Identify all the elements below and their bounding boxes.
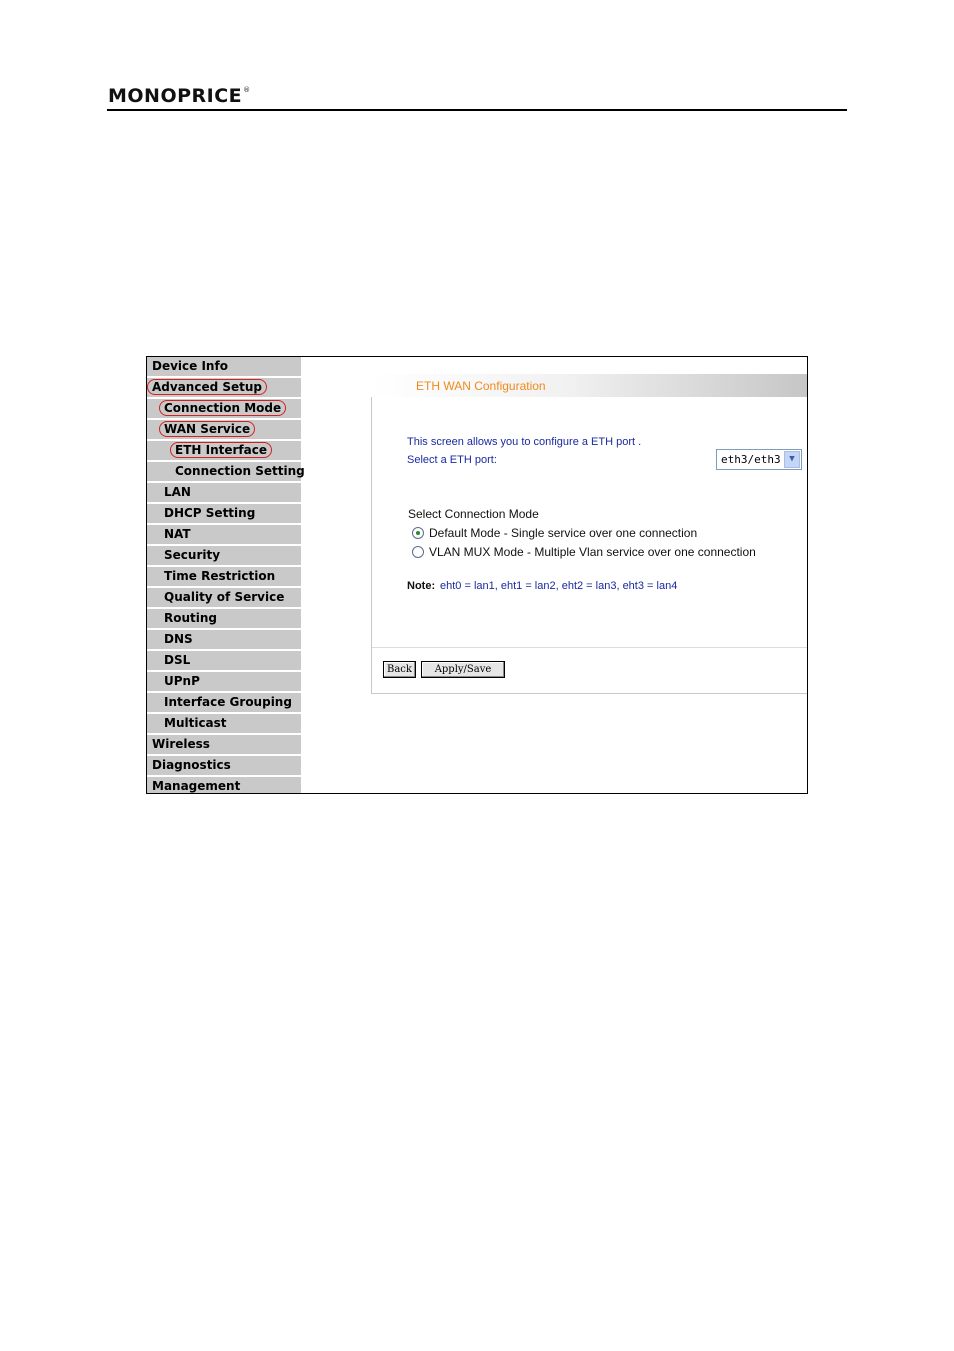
sidebar-item-dhcp-setting[interactable]: DHCP Setting xyxy=(147,504,301,523)
eth-port-select[interactable]: eth3/eth3 ▼ xyxy=(716,449,802,470)
chevron-down-icon[interactable]: ▼ xyxy=(784,451,800,468)
apply-save-button[interactable]: Apply/Save xyxy=(421,661,505,678)
sidebar-item-connection-mode[interactable]: Connection Mode xyxy=(147,399,301,418)
sidebar-item-label: DHCP Setting xyxy=(164,506,256,520)
sidebar-item-label: Quality of Service xyxy=(164,590,285,604)
vlan-mux-mode-radio[interactable] xyxy=(412,546,424,558)
sidebar-item-label: NAT xyxy=(164,527,191,541)
sidebar-item-lan[interactable]: LAN xyxy=(147,483,301,502)
sidebar-item-diagnostics[interactable]: Diagnostics xyxy=(147,756,301,775)
sidebar-item-label: Connection Mode xyxy=(164,401,282,415)
vlan-mux-mode-label: VLAN MUX Mode - Multiple Vlan service ov… xyxy=(429,545,756,559)
eth-port-value: eth3/eth3 xyxy=(721,453,781,466)
router-ui-screenshot: Device Info Advanced Setup Connection Mode… xyxy=(146,356,808,794)
sidebar-item-label: UPnP xyxy=(164,674,200,688)
sidebar-item-quality-of-service[interactable]: Quality of Service xyxy=(147,588,301,607)
sidebar-item-label: Device Info xyxy=(152,359,228,373)
sidebar-item-label: DNS xyxy=(164,632,193,646)
sidebar-item-dns[interactable]: DNS xyxy=(147,630,301,649)
sidebar-item-connection-setting[interactable]: Connection Setting xyxy=(147,462,305,481)
sidebar-item-label: Wireless xyxy=(152,737,210,751)
sidebar-item-wan-service[interactable]: WAN Service xyxy=(147,420,301,439)
monoprice-logo: MONOPRICE® xyxy=(108,85,251,107)
sidebar-item-management[interactable]: Management xyxy=(147,777,301,793)
port-label: Select a ETH port: xyxy=(407,454,497,466)
sidebar-item-label: LAN xyxy=(164,485,191,499)
sidebar-item-label: WAN Service xyxy=(164,422,251,436)
sidebar-item-label: Management xyxy=(152,779,241,793)
intro-text: This screen allows you to configure a ET… xyxy=(407,436,642,448)
sidebar-item-routing[interactable]: Routing xyxy=(147,609,301,628)
sidebar-item-dsl[interactable]: DSL xyxy=(147,651,301,670)
sidebar-item-label: Routing xyxy=(164,611,218,625)
sidebar-item-upnp[interactable]: UPnP xyxy=(147,672,301,691)
sidebar-menu: Device Info Advanced Setup Connection Mode… xyxy=(147,357,305,793)
header-rule xyxy=(107,109,847,111)
divider xyxy=(372,647,807,648)
sidebar-item-advanced-setup[interactable]: Advanced Setup xyxy=(147,378,301,397)
sidebar-item-security[interactable]: Security xyxy=(147,546,301,565)
sidebar-item-label: Diagnostics xyxy=(152,758,231,772)
page-title: ETH WAN Configuration xyxy=(416,379,546,393)
sidebar-item-nat[interactable]: NAT xyxy=(147,525,301,544)
sidebar-item-label: Security xyxy=(164,548,221,562)
note-text: eht0 = lan1, eht1 = lan2, eht2 = lan3, e… xyxy=(440,580,678,592)
back-button[interactable]: Back xyxy=(383,661,416,678)
sidebar-item-multicast[interactable]: Multicast xyxy=(147,714,301,733)
config-panel: This screen allows you to configure a ET… xyxy=(371,397,807,694)
sidebar-item-device-info[interactable]: Device Info xyxy=(147,357,301,376)
sidebar-item-label: Connection Setting xyxy=(175,464,305,478)
sidebar-item-label: DSL xyxy=(164,653,191,667)
sidebar-item-wireless[interactable]: Wireless xyxy=(147,735,301,754)
title-bar: ETH WAN Configuration xyxy=(371,374,807,397)
sidebar-item-label: ETH Interface xyxy=(175,443,267,457)
mode-heading: Select Connection Mode xyxy=(408,507,539,521)
default-mode-radio[interactable] xyxy=(412,527,424,539)
sidebar-item-label: Multicast xyxy=(164,716,227,730)
sidebar-item-label: Advanced Setup xyxy=(152,380,263,394)
sidebar-item-label: Time Restriction xyxy=(164,569,276,583)
sidebar-item-interface-grouping[interactable]: Interface Grouping xyxy=(147,693,301,712)
note-label: Note: xyxy=(407,580,436,592)
sidebar-item-label: Interface Grouping xyxy=(164,695,292,709)
sidebar-item-eth-interface[interactable]: ETH Interface xyxy=(147,441,301,460)
sidebar-item-time-restriction[interactable]: Time Restriction xyxy=(147,567,301,586)
default-mode-label: Default Mode - Single service over one c… xyxy=(429,526,698,540)
